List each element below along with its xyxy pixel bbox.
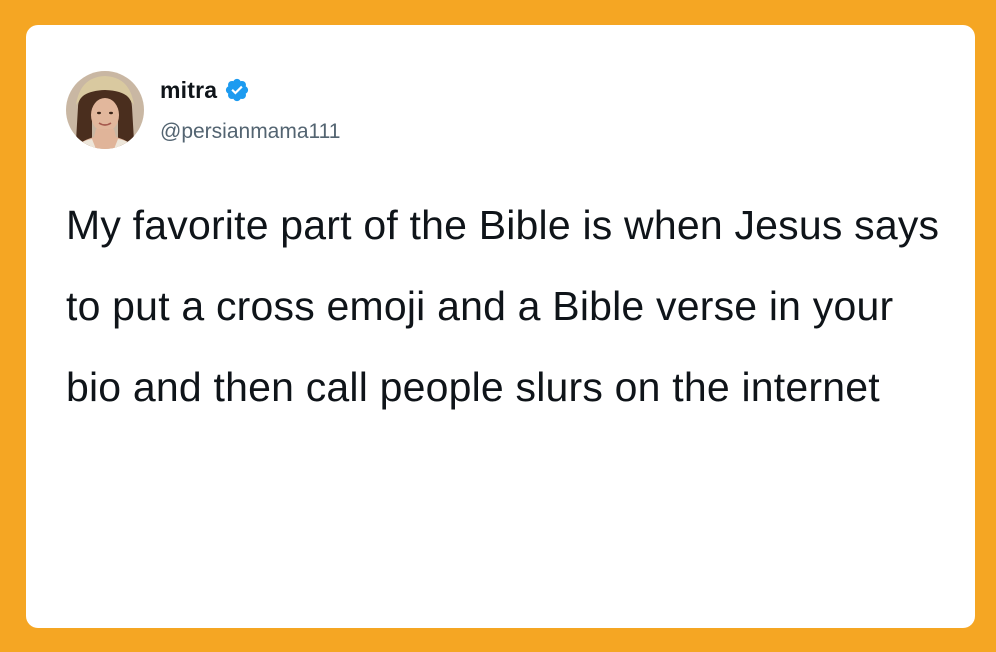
verified-badge-icon xyxy=(224,77,250,103)
avatar[interactable] xyxy=(66,71,144,149)
tweet-text: My favorite part of the Bible is when Je… xyxy=(66,202,940,410)
author-handle[interactable]: @persianmama111 xyxy=(160,120,340,144)
avatar-image xyxy=(66,71,144,149)
author-name-row: mitra xyxy=(160,75,250,105)
author-display-name[interactable]: mitra xyxy=(160,77,217,104)
tweet-card: mitra @persianmama111 My favorite part o… xyxy=(26,25,975,628)
